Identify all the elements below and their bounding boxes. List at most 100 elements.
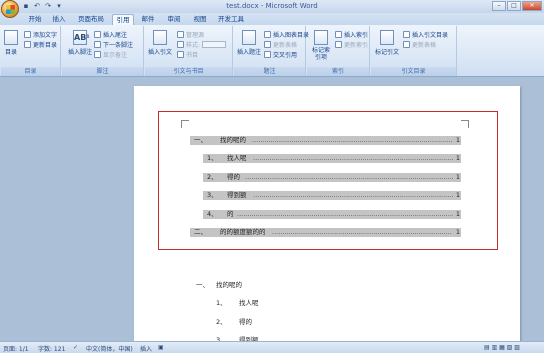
window-title: test.docx - Microsoft Word [226,2,318,10]
insert-toa-label: 插入引文目录 [412,32,449,39]
style-select[interactable]: 样式: [177,40,227,49]
insert-table-of-figures-label: 插入图表目录 [273,32,310,39]
insert-citation-label: 插入引文 [148,49,173,56]
cross-reference-button[interactable]: 交叉引用 [264,50,297,59]
footnote-ab-icon: AB¹ [73,30,90,45]
mark-entry-icon [314,30,328,45]
group-captions: 插入题注 插入图表目录 更新表格 交叉引用 题注 [234,26,309,76]
update-toa-icon [403,41,410,48]
toc-icon [4,30,18,45]
group-label-captions: 题注 [234,67,305,76]
page-count[interactable]: 页面: 1/1 [3,344,29,353]
update-toa-button[interactable]: 更新表格 [403,40,436,49]
update-toc-label: 更新目录 [33,42,58,49]
group-index: 标记索引项 插入索引 更新索引 索引 [307,26,370,76]
mark-entry-button[interactable]: 标记索引项 [311,30,331,61]
update-index-label: 更新索引 [344,42,369,49]
insert-caption-button[interactable]: 插入题注 [237,30,261,56]
minimize-button[interactable]: – [492,1,506,11]
endnote-icon [94,31,101,38]
tab-home[interactable]: 开始 [27,14,43,25]
status-bar: 页面: 1/1 字数: 121 ✓ 中文(简体，中国) 插入 ▣ ▤ ▥ ▦ ▧… [0,341,544,353]
maximize-button[interactable]: □ [507,1,521,11]
list-item-text: 得的 [239,318,252,326]
ribbon-tabs: 开始 插入 页面布局 引用 邮件 审阅 视图 开发工具 [0,13,544,25]
insert-mode[interactable]: 插入 [140,344,152,353]
insert-citation-button[interactable]: 插入引文 [148,30,172,56]
update-toc-icon [24,41,31,48]
show-notes-label: 显示备注 [103,52,128,59]
cross-reference-label: 交叉引用 [273,52,298,59]
group-table-of-authorities: 标记引文 插入引文目录 更新表格 引文目录 [371,26,457,76]
manage-sources-icon [177,31,184,38]
update-index-button[interactable]: 更新索引 [335,40,368,49]
next-footnote-label: 下一条脚注 [103,42,134,49]
proofing-icon[interactable]: ✓ [73,344,78,351]
view-buttons-icon[interactable]: ▤ ▥ ▦ ▧ ▨ [484,344,520,351]
language-indicator[interactable]: 中文(简体，中国) [86,344,133,353]
group-citations: 插入引文 管理源 样式: 书目 引文与书目 [145,26,233,76]
mark-citation-label: 标记引文 [375,49,400,56]
tab-review[interactable]: 审阅 [166,14,182,25]
next-footnote-button[interactable]: 下一条脚注 [94,40,133,49]
caption-icon [242,30,256,45]
insert-table-of-figures-button[interactable]: 插入图表目录 [264,30,309,39]
manage-sources-label: 管理源 [186,32,205,39]
add-text-label: 添加文字 [33,32,58,39]
show-notes-icon [94,51,101,58]
list-item-number: 1、 [216,299,227,307]
toc-button[interactable]: 目录 [4,30,18,56]
update-table-button[interactable]: 更新表格 [264,40,297,49]
table-of-figures-icon [264,31,271,38]
tab-view[interactable]: 视图 [192,14,208,25]
insert-endnote-button[interactable]: 插入尾注 [94,30,127,39]
insert-index-label: 插入索引 [344,32,369,39]
update-table-label: 更新表格 [273,42,298,49]
close-button[interactable]: ✕ [522,1,542,11]
insert-caption-label: 插入题注 [237,49,262,56]
bibliography-button[interactable]: 书目 [177,50,198,59]
list-item-number: 2、 [216,318,227,326]
show-notes-button[interactable]: 显示备注 [94,50,127,59]
add-text-icon [24,31,31,38]
group-label-footnotes: 脚注 [62,67,143,76]
mark-entry-label: 标记索引项 [311,47,330,61]
update-toc-button[interactable]: 更新目录 [24,40,57,49]
tab-insert[interactable]: 插入 [51,14,67,25]
ribbon: 目录 添加文字 更新目录 目录 AB¹ 插入脚注 插入尾注 下一条脚注 显示备注… [0,25,544,77]
cross-reference-icon [264,51,271,58]
mark-citation-icon [380,30,394,45]
manage-sources-button[interactable]: 管理源 [177,30,204,39]
window-controls: – □ ✕ [492,1,542,11]
toc-highlight-box [158,111,498,250]
insert-toa-button[interactable]: 插入引文目录 [403,30,448,39]
tab-page-layout[interactable]: 页面布局 [77,14,105,25]
insert-index-icon [335,31,342,38]
office-button[interactable] [1,0,19,18]
toc-button-label: 目录 [4,49,17,56]
insert-index-button[interactable]: 插入索引 [335,30,368,39]
bibliography-label: 书目 [186,52,199,59]
group-label-table-of-authorities: 引文目录 [371,67,456,76]
tab-developer[interactable]: 开发工具 [217,14,245,25]
tab-mailings[interactable]: 邮件 [140,14,156,25]
title-bar: ▪ ↶ ↷ ▾ test.docx - Microsoft Word – □ ✕ [0,0,544,18]
insert-footnote-label: 插入脚注 [68,49,93,56]
mark-citation-button[interactable]: 标记引文 [375,30,399,56]
list-item-text: 找人呢 [239,299,259,307]
next-footnote-icon [94,41,101,48]
word-count[interactable]: 字数: 121 [38,344,65,353]
style-icon [177,41,184,48]
citation-icon [153,30,167,45]
group-label-citations: 引文与书目 [145,67,232,76]
insert-toa-icon [403,31,410,38]
office-logo-icon [6,5,15,14]
group-label-toc: 目录 [1,67,60,76]
add-text-button[interactable]: 添加文字 [24,30,57,39]
macro-record-icon[interactable]: ▣ [158,344,164,351]
update-index-icon [335,41,342,48]
tab-references[interactable]: 引用 [112,14,134,25]
style-dropdown[interactable] [202,41,227,48]
insert-footnote-button[interactable]: AB¹ 插入脚注 [68,30,92,56]
update-toa-label: 更新表格 [412,42,437,49]
